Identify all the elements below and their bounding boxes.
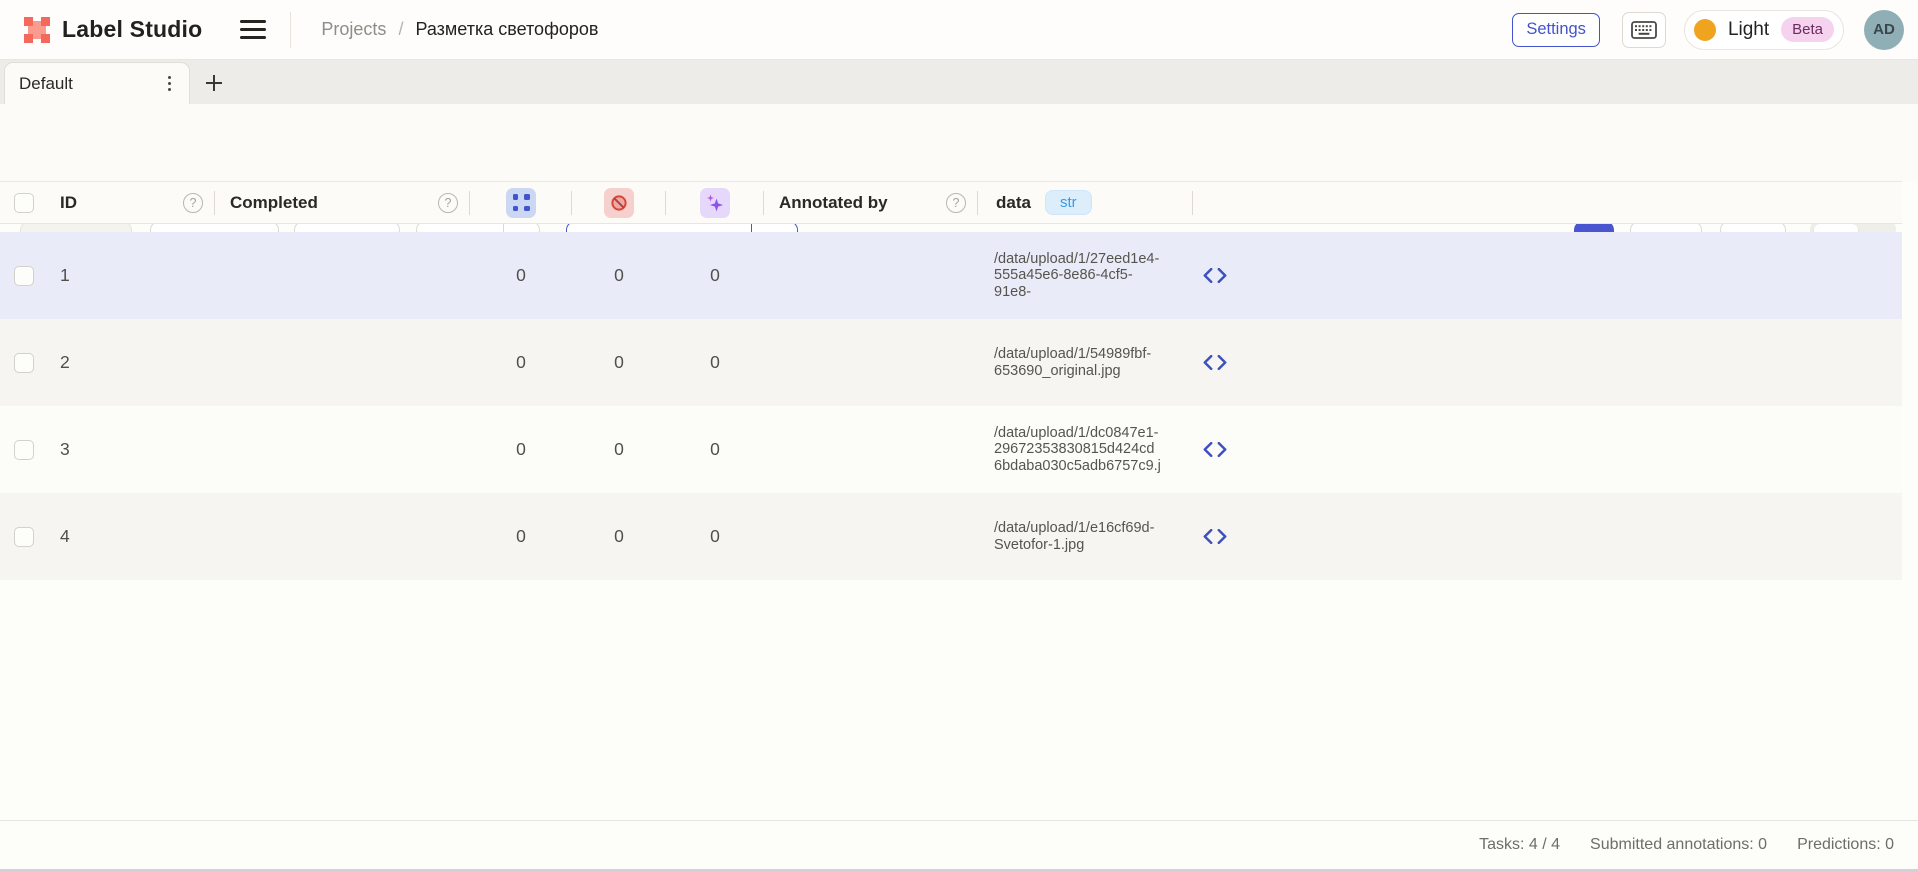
help-icon: ? <box>183 193 203 213</box>
row-checkbox[interactable] <box>14 353 34 373</box>
annotations-count: 0 <box>470 319 572 406</box>
breadcrumb: Projects / Разметка светофоров <box>321 19 598 40</box>
column-header-fill <box>1265 182 1902 223</box>
table-header-row: ID ? Completed ? Annotated by ? data <box>0 181 1902 224</box>
code-chevron-left-icon <box>1203 442 1213 457</box>
tab-options-kebab-icon[interactable] <box>164 72 175 95</box>
settings-button[interactable]: Settings <box>1512 13 1600 47</box>
breadcrumb-separator: / <box>398 19 403 40</box>
task-id: 3 <box>48 406 215 493</box>
annotations-count: 0 <box>470 493 572 580</box>
prohibition-icon <box>604 188 634 218</box>
breadcrumb-current-project: Разметка светофоров <box>415 19 598 40</box>
show-source-button[interactable] <box>1193 406 1265 493</box>
column-header-annotated-by[interactable]: Annotated by ? <box>764 182 978 223</box>
column-header-id[interactable]: ID ? <box>48 182 215 223</box>
show-source-button[interactable] <box>1193 232 1265 319</box>
code-chevron-left-icon <box>1203 268 1213 283</box>
code-chevron-left-icon <box>1203 529 1213 544</box>
data-type-badge: str <box>1045 190 1092 215</box>
predictions-count: 0 <box>666 406 764 493</box>
cancelled-count: 0 <box>572 232 666 319</box>
cancelled-count: 0 <box>572 406 666 493</box>
code-chevron-left-icon <box>1203 355 1213 370</box>
table-row[interactable]: 1 0 0 0 /data/upload/1/27eed1e4-555a45e6… <box>0 232 1902 319</box>
column-header-cancelled[interactable] <box>572 182 666 223</box>
row-checkbox[interactable] <box>14 527 34 547</box>
sparkles-icon <box>700 188 730 218</box>
header-right-group: Settings Light Beta AD <box>1512 10 1904 50</box>
task-id: 4 <box>48 493 215 580</box>
tab-default-label: Default <box>19 74 73 94</box>
column-header-data[interactable]: data str <box>978 182 1193 223</box>
help-icon: ? <box>946 193 966 213</box>
select-all-checkbox[interactable] <box>14 193 34 213</box>
breadcrumb-projects-link[interactable]: Projects <box>321 19 386 40</box>
table-row[interactable]: 3 0 0 0 /data/upload/1/dc0847e1-29672353… <box>0 406 1902 493</box>
app-title: Label Studio <box>62 16 202 43</box>
submitted-annotations-count: Submitted annotations: 0 <box>1590 836 1767 854</box>
tasks-count: Tasks: 4 / 4 <box>1479 836 1560 854</box>
column-header-completed[interactable]: Completed ? <box>215 182 470 223</box>
bounding-box-icon <box>506 188 536 218</box>
show-source-button[interactable] <box>1193 319 1265 406</box>
task-table-body: 1 0 0 0 /data/upload/1/27eed1e4-555a45e6… <box>0 232 1902 580</box>
task-data-path: /data/upload/1/e16cf69d-Svetofor-1.jpg <box>978 493 1193 580</box>
task-data-path: /data/upload/1/27eed1e4-555a45e6-8e86-4c… <box>978 232 1193 319</box>
tab-default[interactable]: Default <box>4 62 190 104</box>
task-id: 2 <box>48 319 215 406</box>
show-source-button[interactable] <box>1193 493 1265 580</box>
theme-toggle[interactable]: Light Beta <box>1684 10 1844 50</box>
label-studio-icon <box>22 15 52 45</box>
row-checkbox[interactable] <box>14 266 34 286</box>
column-header-spacer <box>1193 182 1265 223</box>
keyboard-icon <box>1631 21 1657 39</box>
cancelled-count: 0 <box>572 493 666 580</box>
predictions-count: 0 <box>666 232 764 319</box>
view-tab-bar: Default <box>0 60 1918 104</box>
code-chevron-right-icon <box>1217 529 1227 544</box>
theme-label: Light <box>1728 19 1769 41</box>
beta-badge: Beta <box>1781 17 1834 42</box>
predictions-count: 0 <box>666 493 764 580</box>
task-data-path: /data/upload/1/dc0847e1-29672353830815d4… <box>978 406 1193 493</box>
user-avatar[interactable]: AD <box>1864 10 1904 50</box>
annotations-count: 0 <box>470 232 572 319</box>
app-header: Label Studio Projects / Разметка светофо… <box>0 0 1918 60</box>
task-data-path: /data/upload/1/54989fbf-653690_original.… <box>978 319 1193 406</box>
select-all-cell <box>0 182 48 223</box>
data-manager-toolbar: Actions Columns Filters Order by <box>0 104 1918 181</box>
task-id: 1 <box>48 232 215 319</box>
row-checkbox[interactable] <box>14 440 34 460</box>
status-bar: Tasks: 4 / 4 Submitted annotations: 0 Pr… <box>0 820 1918 869</box>
table-row[interactable]: 4 0 0 0 /data/upload/1/e16cf69d-Svetofor… <box>0 493 1902 580</box>
code-chevron-right-icon <box>1217 355 1227 370</box>
keyboard-shortcuts-button[interactable] <box>1622 12 1666 48</box>
theme-color-dot <box>1694 19 1716 41</box>
add-view-tab-button[interactable] <box>202 71 226 95</box>
code-chevron-right-icon <box>1217 442 1227 457</box>
app-logo[interactable]: Label Studio <box>22 15 202 45</box>
header-divider <box>290 12 291 48</box>
help-icon: ? <box>438 193 458 213</box>
cancelled-count: 0 <box>572 319 666 406</box>
predictions-count: 0 <box>666 319 764 406</box>
hamburger-menu-icon[interactable] <box>240 20 266 39</box>
predictions-count-total: Predictions: 0 <box>1797 836 1894 854</box>
column-header-annotations[interactable] <box>470 182 572 223</box>
annotations-count: 0 <box>470 406 572 493</box>
column-header-predictions[interactable] <box>666 182 764 223</box>
table-row[interactable]: 2 0 0 0 /data/upload/1/54989fbf-653690_o… <box>0 319 1902 406</box>
code-chevron-right-icon <box>1217 268 1227 283</box>
